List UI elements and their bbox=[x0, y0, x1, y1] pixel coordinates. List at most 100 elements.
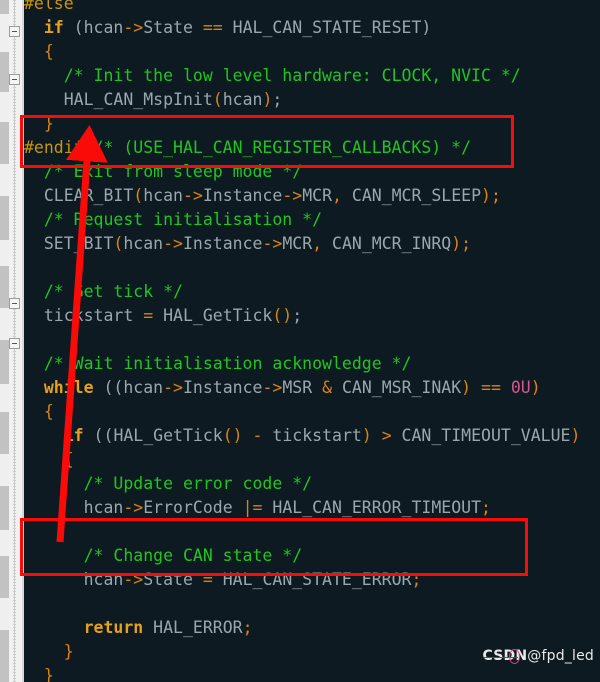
code-token-pun bbox=[24, 618, 84, 637]
code-token-op: ) bbox=[530, 378, 541, 397]
code-token-id: CAN_MCR_SLEEP bbox=[341, 186, 482, 205]
code-line: /* Change CAN state */ bbox=[24, 544, 303, 568]
code-token-id: SET_BIT bbox=[43, 234, 114, 253]
code-token-op: -> bbox=[163, 378, 183, 397]
watermark-brand: CSDN bbox=[482, 648, 528, 664]
code-token-cmt: /* Update error code */ bbox=[83, 474, 313, 493]
code-line: /* Update error code */ bbox=[24, 472, 312, 496]
code-token-op: () bbox=[272, 306, 293, 325]
fold-collapse-icon[interactable] bbox=[9, 26, 20, 37]
code-token-pun bbox=[24, 210, 44, 229]
code-token-id: ; bbox=[272, 90, 283, 109]
code-token-id: ; bbox=[292, 306, 303, 325]
code-token-op: -> bbox=[282, 186, 303, 205]
code-editor-screenshot: #else if (hcan->State == HAL_CAN_STATE_R… bbox=[0, 0, 600, 682]
code-line: /* Request initialisation */ bbox=[24, 208, 322, 232]
change-bar-block bbox=[0, 630, 9, 682]
code-token-id: hcan bbox=[83, 18, 124, 37]
code-token-op: ) bbox=[570, 426, 581, 445]
code-token-op: == bbox=[202, 18, 223, 37]
code-token-pun bbox=[24, 402, 44, 421]
code-token-id: ErrorCode bbox=[143, 498, 243, 517]
code-token-pun bbox=[24, 18, 44, 37]
code-token-pun bbox=[24, 186, 44, 205]
code-token-pun bbox=[24, 378, 44, 397]
code-line: /* Wait initialisation acknowledge */ bbox=[24, 352, 412, 376]
code-token-pun: ) bbox=[421, 18, 432, 37]
code-token-kw: while bbox=[43, 378, 94, 397]
code-token-op: ); bbox=[481, 186, 501, 205]
code-editor-text-area[interactable]: #else if (hcan->State == HAL_CAN_STATE_R… bbox=[24, 0, 600, 682]
code-token-op: ; bbox=[481, 498, 491, 517]
code-token-id: hcan bbox=[83, 570, 124, 589]
code-token-id: HAL_CAN_MspInit bbox=[63, 90, 213, 109]
code-line: } bbox=[24, 112, 54, 136]
code-line: tickstart = HAL_GetTick(); bbox=[24, 304, 302, 328]
code-token-pun bbox=[24, 282, 44, 301]
code-line: hcan->ErrorCode |= HAL_CAN_ERROR_TIMEOUT… bbox=[24, 496, 491, 520]
code-token-op: -> bbox=[182, 186, 203, 205]
code-token-op: , bbox=[312, 234, 323, 253]
change-bar-block bbox=[0, 196, 9, 240]
code-token-pun: (( bbox=[93, 378, 124, 397]
code-token-op: } bbox=[43, 666, 54, 682]
fold-collapse-icon[interactable] bbox=[9, 298, 20, 309]
code-line: /* Init the low level hardware: CLOCK, N… bbox=[24, 64, 521, 88]
code-token-op: -> bbox=[262, 234, 283, 253]
code-token-kw: if bbox=[63, 426, 84, 445]
code-line: /* Get tick */ bbox=[24, 280, 183, 304]
code-token-pun bbox=[24, 66, 64, 85]
change-bar-block bbox=[0, 122, 9, 164]
code-token-op: & bbox=[322, 378, 333, 397]
code-token-op: ; bbox=[242, 618, 253, 637]
code-token-pun bbox=[24, 114, 44, 133]
code-token-id: hcan bbox=[123, 378, 164, 397]
watermark-separator: @ bbox=[527, 648, 542, 664]
watermark: CSDN @fpd_led bbox=[483, 648, 594, 664]
code-token-pun bbox=[24, 234, 44, 253]
editor-gutter[interactable] bbox=[0, 0, 24, 682]
code-token-id: HAL_ERROR bbox=[143, 618, 243, 637]
code-token-num: 0U bbox=[510, 378, 531, 397]
code-token-pun bbox=[24, 498, 84, 517]
code-token-op: ); bbox=[451, 234, 472, 253]
change-bar-block bbox=[0, 340, 9, 384]
code-token-pun bbox=[24, 666, 44, 682]
change-bar-block bbox=[0, 0, 9, 14]
code-token-op: () bbox=[222, 426, 243, 445]
code-token-op: |= bbox=[242, 498, 263, 517]
code-token-op: ( bbox=[212, 90, 223, 109]
code-token-op: , bbox=[332, 186, 342, 205]
code-token-id: CAN_TIMEOUT_VALUE bbox=[391, 426, 571, 445]
change-bar-block bbox=[0, 486, 9, 530]
code-token-pun bbox=[24, 306, 44, 325]
code-line: { bbox=[24, 448, 74, 472]
code-token-pre: #else bbox=[24, 0, 74, 13]
code-token-pun bbox=[24, 354, 44, 373]
gutter-separator bbox=[22, 0, 24, 682]
code-token-pun bbox=[24, 162, 44, 181]
code-line: return HAL_ERROR; bbox=[24, 616, 253, 640]
code-line: { bbox=[24, 40, 54, 64]
change-bar-block bbox=[0, 412, 9, 454]
fold-collapse-icon[interactable] bbox=[9, 338, 20, 349]
code-token-pun bbox=[24, 90, 64, 109]
code-token-id: CLEAR_BIT bbox=[43, 186, 134, 205]
code-token-kw: if bbox=[43, 18, 64, 37]
code-token-id bbox=[372, 426, 382, 445]
code-token-id bbox=[471, 378, 481, 397]
code-token-pun bbox=[24, 570, 84, 589]
code-token-op: -> bbox=[123, 18, 144, 37]
code-token-id: Instance bbox=[202, 186, 283, 205]
code-token-id bbox=[243, 426, 253, 445]
code-token-cmt: /* Init the low level hardware: CLOCK, N… bbox=[63, 66, 521, 85]
code-token-id: MCR bbox=[282, 234, 313, 253]
code-token-cmt: /* Get tick */ bbox=[43, 282, 183, 301]
code-token-pun: (( bbox=[83, 426, 114, 445]
watermark-circle-icon bbox=[508, 649, 520, 664]
fold-collapse-icon[interactable] bbox=[9, 74, 20, 85]
code-token-pun bbox=[24, 42, 44, 61]
change-bar-strip bbox=[0, 0, 9, 682]
code-token-id: MSR bbox=[282, 378, 323, 397]
code-token-op: } bbox=[43, 114, 54, 133]
